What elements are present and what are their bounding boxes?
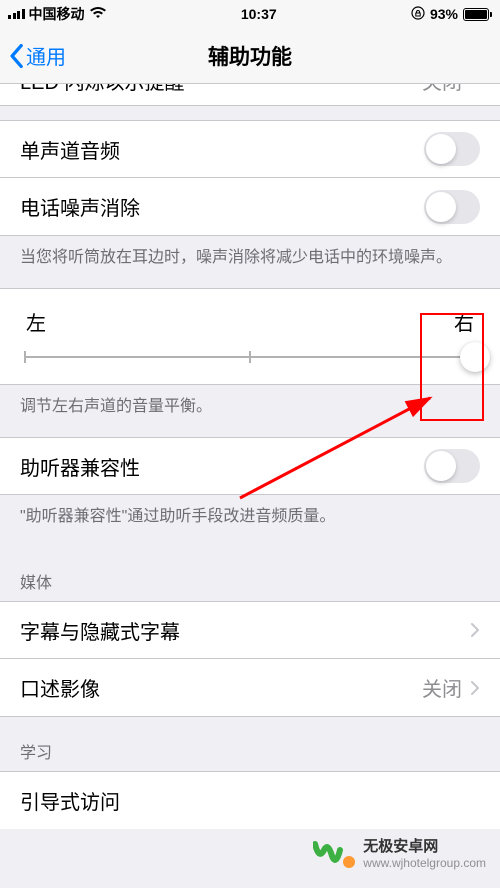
- section-learning: 学习: [0, 717, 500, 771]
- guided-label: 引导式访问: [20, 786, 480, 815]
- back-label: 通用: [26, 41, 66, 70]
- watermark-title: 无极安卓网: [363, 838, 486, 856]
- noise-footer: 当您将听筒放在耳边时，噪声消除将减少电话中的环境噪声。: [0, 236, 500, 288]
- mono-toggle[interactable]: [424, 132, 480, 166]
- slider-right-label: 右: [454, 307, 474, 336]
- back-button[interactable]: 通用: [0, 41, 66, 70]
- row-noise-cancel[interactable]: 电话噪声消除: [0, 178, 500, 236]
- wifi-icon: [89, 6, 107, 23]
- section-media: 媒体: [0, 547, 500, 601]
- chevron-right-icon: [470, 680, 480, 696]
- balance-slider-section: 左 右: [0, 288, 500, 385]
- orientation-lock-icon: [411, 6, 425, 23]
- status-bar: 中国移动 10:37 93%: [0, 0, 500, 28]
- page-title: 辅助功能: [208, 41, 292, 71]
- row-guided-access[interactable]: 引导式访问: [0, 771, 500, 829]
- battery-icon: [463, 8, 492, 21]
- balance-slider[interactable]: [24, 356, 476, 358]
- watermark: 无极安卓网 www.wjhotelgroup.com: [313, 836, 486, 872]
- chevron-right-icon: [470, 622, 480, 638]
- mono-label: 单声道音频: [20, 135, 424, 164]
- subtitles-label: 字幕与隐藏式字幕: [20, 616, 462, 645]
- watermark-url: www.wjhotelgroup.com: [363, 856, 486, 870]
- nav-bar: 通用 辅助功能: [0, 28, 500, 84]
- led-label: LED 闪烁以示提醒: [20, 84, 422, 95]
- watermark-logo-icon: [313, 836, 357, 872]
- status-time: 10:37: [241, 6, 277, 22]
- battery-percent: 93%: [430, 6, 458, 22]
- row-mono-audio[interactable]: 单声道音频: [0, 120, 500, 178]
- status-left: 中国移动: [8, 4, 107, 24]
- hearing-footer: "助听器兼容性"通过助听手段改进音频质量。: [0, 495, 500, 547]
- chevron-left-icon: [8, 43, 24, 69]
- status-right: 93%: [411, 6, 492, 23]
- row-audio-descriptions[interactable]: 口述影像 关闭: [0, 659, 500, 717]
- balance-footer: 调节左右声道的音量平衡。: [0, 385, 500, 437]
- noise-toggle[interactable]: [424, 190, 480, 224]
- carrier-label: 中国移动: [29, 4, 85, 24]
- hearing-label: 助听器兼容性: [20, 452, 424, 481]
- led-value: 关闭: [422, 84, 462, 95]
- audiodesc-label: 口述影像: [20, 673, 422, 702]
- slider-left-label: 左: [26, 307, 46, 336]
- hearing-toggle[interactable]: [424, 449, 480, 483]
- slider-knob[interactable]: [460, 342, 490, 372]
- noise-label: 电话噪声消除: [20, 192, 424, 221]
- signal-icon: [8, 9, 25, 19]
- row-led-alerts[interactable]: LED 闪烁以示提醒 关闭: [0, 84, 500, 106]
- row-hearing-aid[interactable]: 助听器兼容性: [0, 437, 500, 495]
- audiodesc-value: 关闭: [422, 673, 462, 702]
- row-subtitles[interactable]: 字幕与隐藏式字幕: [0, 601, 500, 659]
